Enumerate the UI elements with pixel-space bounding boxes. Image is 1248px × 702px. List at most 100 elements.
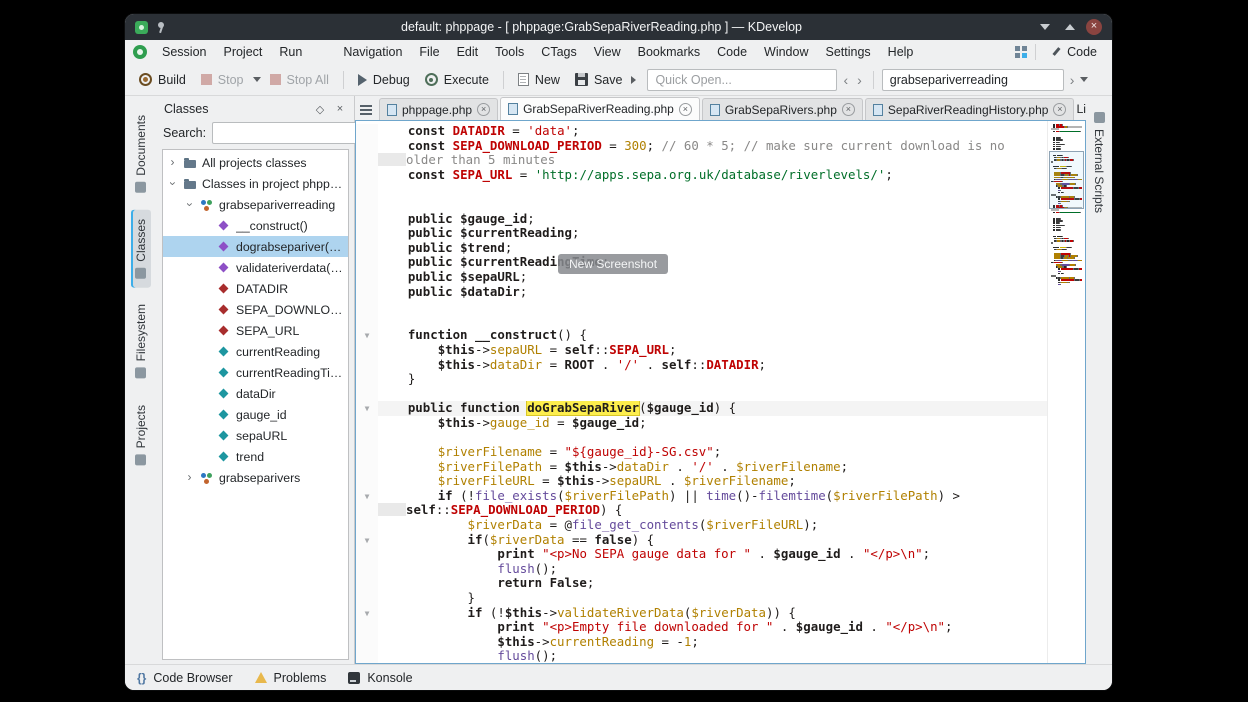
editor-tab-phppage-php[interactable]: phppage.php×: [379, 98, 498, 120]
tree-item-datadir[interactable]: dataDir: [163, 383, 348, 404]
search-input[interactable]: [882, 69, 1064, 91]
menu-item-code[interactable]: Code: [709, 42, 755, 62]
fold-margin: [356, 649, 378, 663]
save-dropdown-icon[interactable]: [631, 76, 636, 84]
editor-view[interactable]: const DATADIR = 'data'; const SEPA_DOWNL…: [355, 120, 1086, 664]
tree-item-datadir[interactable]: DATADIR: [163, 278, 348, 299]
float-panel-icon[interactable]: ◇: [313, 103, 327, 116]
dock-tab-label: Classes: [134, 219, 148, 262]
dock-tab-problems[interactable]: Problems: [255, 671, 327, 685]
execute-label: Execute: [444, 73, 489, 87]
tree-item-sepaurl[interactable]: sepaURL: [163, 425, 348, 446]
menu-item-run[interactable]: Run: [271, 42, 310, 62]
classes-panel-header: Classes ◇ ×: [162, 99, 349, 119]
tree-item-gauge-id[interactable]: gauge_id: [163, 404, 348, 425]
close-tab-icon[interactable]: ×: [477, 103, 490, 116]
expander-icon[interactable]: ›: [167, 178, 178, 189]
save-button[interactable]: Save: [569, 70, 629, 90]
document-list-icon[interactable]: [360, 104, 374, 116]
close-button[interactable]: ×: [1086, 19, 1102, 35]
editor-tab-separiverreadinghistory-php[interactable]: SepaRiverReadingHistory.php×: [865, 98, 1075, 120]
build-button[interactable]: Build: [133, 70, 192, 90]
tree-item-construct[interactable]: __construct(): [163, 215, 348, 236]
menu-item-settings[interactable]: Settings: [818, 42, 879, 62]
search-next-icon[interactable]: ›: [1067, 72, 1078, 88]
fold-margin: [356, 285, 378, 300]
menu-item-bookmarks[interactable]: Bookmarks: [630, 42, 709, 62]
fold-margin: [356, 241, 378, 256]
new-button[interactable]: New: [512, 70, 566, 90]
dock-tab-filesystem[interactable]: Filesystem: [131, 295, 151, 387]
area-switcher-icon[interactable]: [1015, 46, 1027, 58]
tree-item-currentreadingtime[interactable]: currentReadingTime: [163, 362, 348, 383]
menu-item-project[interactable]: Project: [215, 42, 270, 62]
tree-item-dograbsepariver-mixed[interactable]: dograbsepariver(mixed): [163, 236, 348, 257]
expander-icon[interactable]: ›: [167, 157, 178, 168]
execute-button[interactable]: Execute: [419, 70, 495, 90]
fold-arrow-icon[interactable]: ▼: [356, 328, 378, 343]
stop-dropdown-icon[interactable]: [253, 77, 261, 82]
menu-item-edit[interactable]: Edit: [449, 42, 487, 62]
close-tab-icon[interactable]: ×: [1053, 103, 1066, 116]
titlebar[interactable]: default: phppage - [ phppage:GrabSepaRiv…: [125, 14, 1112, 40]
pin-icon[interactable]: [155, 21, 167, 33]
classes-icon: [136, 267, 147, 278]
history-forward-icon[interactable]: ›: [854, 72, 865, 88]
stop-button[interactable]: Stop: [195, 70, 250, 90]
tree-item-classes-in-project-phppage[interactable]: ›Classes in project phppage: [163, 173, 348, 194]
code-area-button[interactable]: Code: [1044, 43, 1104, 61]
expander-icon[interactable]: ›: [184, 472, 195, 483]
expander-icon[interactable]: ›: [184, 199, 195, 210]
tree-item-validateriverdata-mixed[interactable]: validateriverdata(mixed): [163, 257, 348, 278]
dock-tab-konsole[interactable]: Konsole: [348, 671, 412, 685]
menu-item-ctags[interactable]: CTags: [533, 42, 584, 62]
fold-arrow-icon[interactable]: ▼: [356, 606, 378, 621]
fold-margin: [356, 460, 378, 475]
menu-item-navigation[interactable]: Navigation: [335, 42, 410, 62]
quick-open-input[interactable]: [647, 69, 837, 91]
dock-tab-projects[interactable]: Projects: [131, 396, 151, 474]
tree-item-sepa-download-period[interactable]: SEPA_DOWNLOAD_PERIOD: [163, 299, 348, 320]
fold-arrow-icon[interactable]: ▼: [356, 533, 378, 548]
tree-item-trend[interactable]: trend: [163, 446, 348, 467]
history-back-icon[interactable]: ‹: [840, 72, 851, 88]
debug-label: Debug: [373, 73, 410, 87]
stop-all-button[interactable]: Stop All: [264, 70, 335, 90]
fold-arrow-icon[interactable]: ▼: [356, 489, 378, 504]
menu-item-view[interactable]: View: [586, 42, 629, 62]
editor-tab-grabsepariverreading-php[interactable]: GrabSepaRiverReading.php×: [500, 97, 700, 120]
menu-item-session[interactable]: Session: [154, 42, 214, 62]
dock-tab-classes[interactable]: Classes: [131, 210, 151, 288]
tree-item-sepa-url[interactable]: SEPA_URL: [163, 320, 348, 341]
braces-icon: {}: [137, 671, 146, 685]
tree-item-all-projects-classes[interactable]: ›All projects classes: [163, 152, 348, 173]
fold-arrow-icon[interactable]: ▼: [356, 401, 378, 416]
dock-tab-external-scripts[interactable]: External Scripts: [1089, 104, 1109, 221]
terminal-icon: [348, 672, 360, 684]
code-line: ▼ if (!file_exists($riverFilePath) || ti…: [356, 489, 1047, 504]
tree-item-grabseparivers[interactable]: ›grabseparivers: [163, 467, 348, 488]
code-area[interactable]: const DATADIR = 'data'; const SEPA_DOWNL…: [356, 121, 1047, 663]
kdevelop-window: default: phppage - [ phppage:GrabSepaRiv…: [125, 14, 1112, 690]
tree-item-currentreading[interactable]: currentReading: [163, 341, 348, 362]
menu-item-window[interactable]: Window: [756, 42, 816, 62]
menu-item-help[interactable]: Help: [880, 42, 922, 62]
menu-item-file[interactable]: File: [411, 42, 447, 62]
tree-item-grabsepariverreading[interactable]: ›grabsepariverreading: [163, 194, 348, 215]
debug-button[interactable]: Debug: [352, 70, 416, 90]
close-tab-icon[interactable]: ×: [842, 103, 855, 116]
minimap-view-rect[interactable]: [1049, 151, 1084, 209]
minimap-scrollbar[interactable]: [1047, 121, 1085, 663]
dock-tab-code-browser[interactable]: {}Code Browser: [137, 671, 233, 685]
minimize-button[interactable]: [1036, 18, 1054, 36]
search-options-icon[interactable]: [1080, 77, 1088, 82]
editor-tab-grabseparivers-php[interactable]: GrabSepaRivers.php ×: [702, 98, 863, 120]
close-tab-icon[interactable]: ×: [679, 103, 692, 116]
dock-tab-documents[interactable]: Documents: [131, 106, 151, 202]
editor-tab-label: GrabSepaRivers.php: [725, 103, 837, 117]
close-panel-icon[interactable]: ×: [333, 103, 347, 115]
menu-item-tools[interactable]: Tools: [487, 42, 532, 62]
code-line-text: print "<p>Empty file downloaded for " . …: [378, 620, 1047, 635]
maximize-button[interactable]: [1061, 18, 1079, 36]
code-line-text: public function doGrabSepaRiver($gauge_i…: [378, 401, 1047, 416]
